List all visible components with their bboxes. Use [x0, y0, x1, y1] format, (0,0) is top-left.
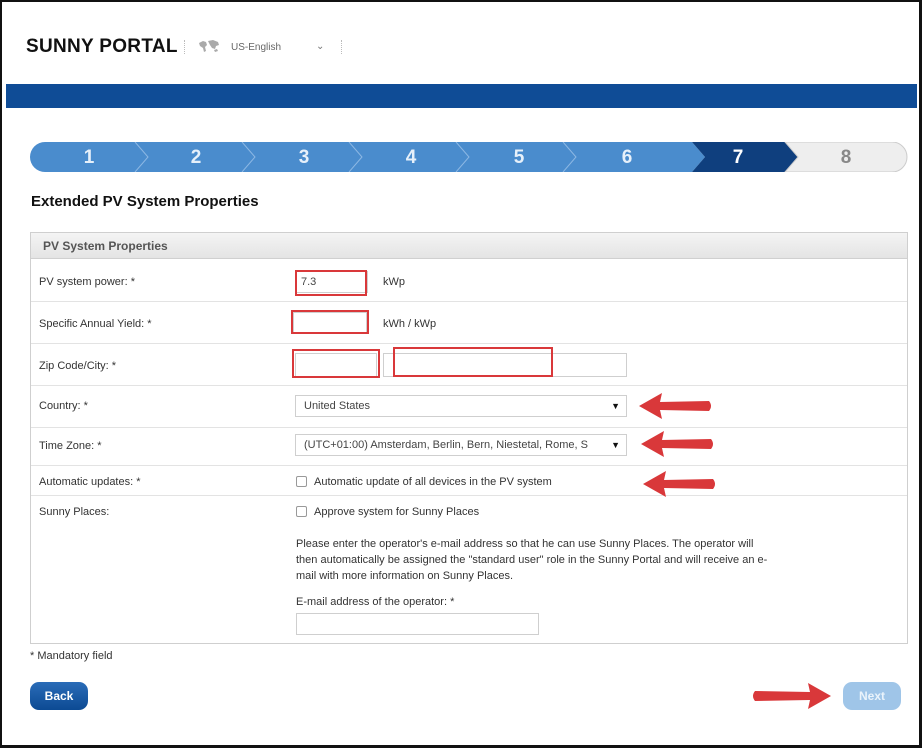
sunny-places-label: Sunny Places: [39, 506, 110, 518]
pv-system-properties-panel: PV System Properties PV system power: * … [30, 232, 908, 644]
language-selector[interactable]: US-English [231, 42, 281, 53]
time-zone-label: Time Zone: * [39, 440, 102, 452]
dropdown-caret-icon: ▼ [611, 440, 620, 450]
annual-yield-unit: kWh / kWp [383, 318, 437, 330]
annual-yield-label: Specific Annual Yield: * [39, 318, 152, 330]
highlight-zip-code [292, 349, 380, 378]
step-1: 1 [83, 147, 95, 168]
highlight-pv-power [295, 270, 367, 296]
next-button[interactable]: Next [843, 682, 901, 710]
time-zone-selected-value: (UTC+01:00) Amsterdam, Berlin, Bern, Nie… [304, 439, 588, 451]
sunny-portal-logo[interactable]: SUNNY PORTAL [26, 36, 178, 58]
step-3: 3 [298, 147, 310, 168]
sunny-places-checkbox-label[interactable]: Approve system for Sunny Places [314, 506, 479, 518]
dropdown-caret-icon: ▼ [611, 401, 620, 411]
header: SUNNY PORTAL US-English ⌄ [2, 2, 917, 84]
highlight-city [393, 347, 553, 377]
sunny-places-info-line-2: then automatically be assigned the "stan… [296, 554, 768, 566]
annual-yield-row: Specific Annual Yield: * kWh / kWp [31, 302, 907, 344]
arrow-right-icon [753, 683, 831, 709]
step-6: 6 [621, 147, 633, 168]
mandatory-field-note: * Mandatory field [30, 650, 113, 662]
country-select[interactable]: United States ▼ [295, 395, 627, 417]
chevron-down-icon[interactable]: ⌄ [316, 41, 324, 52]
auto-updates-label: Automatic updates: * [39, 476, 141, 488]
sunny-places-info-line-1: Please enter the operator's e-mail addre… [296, 538, 754, 550]
wizard-steps-track [30, 142, 908, 172]
back-button[interactable]: Back [30, 682, 88, 710]
pv-power-label: PV system power: * [39, 276, 135, 288]
auto-updates-checkbox-label[interactable]: Automatic update of all devices in the P… [314, 476, 552, 488]
highlight-annual-yield [291, 310, 369, 334]
step-7-current: 7 [732, 147, 744, 168]
country-label: Country: * [39, 400, 88, 412]
pv-power-unit: kWp [383, 276, 405, 288]
auto-updates-row: Automatic updates: * Automatic update of… [31, 466, 907, 496]
header-divider [341, 40, 342, 54]
auto-updates-checkbox[interactable] [296, 476, 307, 487]
country-selected-value: United States [304, 400, 371, 412]
sunny-places-info-line-3: mail with more information on Sunny Plac… [296, 570, 514, 582]
arrow-left-icon [639, 393, 711, 419]
wizard-steps: 1 2 3 4 5 6 7 8 [30, 142, 908, 172]
step-5: 5 [513, 147, 525, 168]
sunny-places-checkbox[interactable] [296, 506, 307, 517]
operator-email-label: E-mail address of the operator: * [296, 596, 455, 608]
header-divider [184, 40, 185, 54]
step-8: 8 [840, 147, 852, 168]
operator-email-input[interactable] [296, 613, 539, 635]
page-title: Extended PV System Properties [31, 193, 259, 210]
country-row: Country: * United States ▼ [31, 386, 907, 428]
time-zone-select[interactable]: (UTC+01:00) Amsterdam, Berlin, Bern, Nie… [295, 434, 627, 456]
step-2: 2 [190, 147, 202, 168]
zip-city-label: Zip Code/City: * [39, 360, 117, 372]
brand-bar [6, 84, 917, 108]
pv-power-row: PV system power: * kWp [31, 260, 907, 302]
globe-icon [199, 40, 219, 52]
time-zone-row: Time Zone: * (UTC+01:00) Amsterdam, Berl… [31, 428, 907, 466]
arrow-left-icon [643, 471, 715, 497]
panel-heading: PV System Properties [31, 233, 907, 259]
arrow-left-icon [641, 431, 713, 457]
sunny-places-row: Sunny Places: Approve system for Sunny P… [31, 496, 907, 644]
step-4: 4 [405, 147, 417, 168]
